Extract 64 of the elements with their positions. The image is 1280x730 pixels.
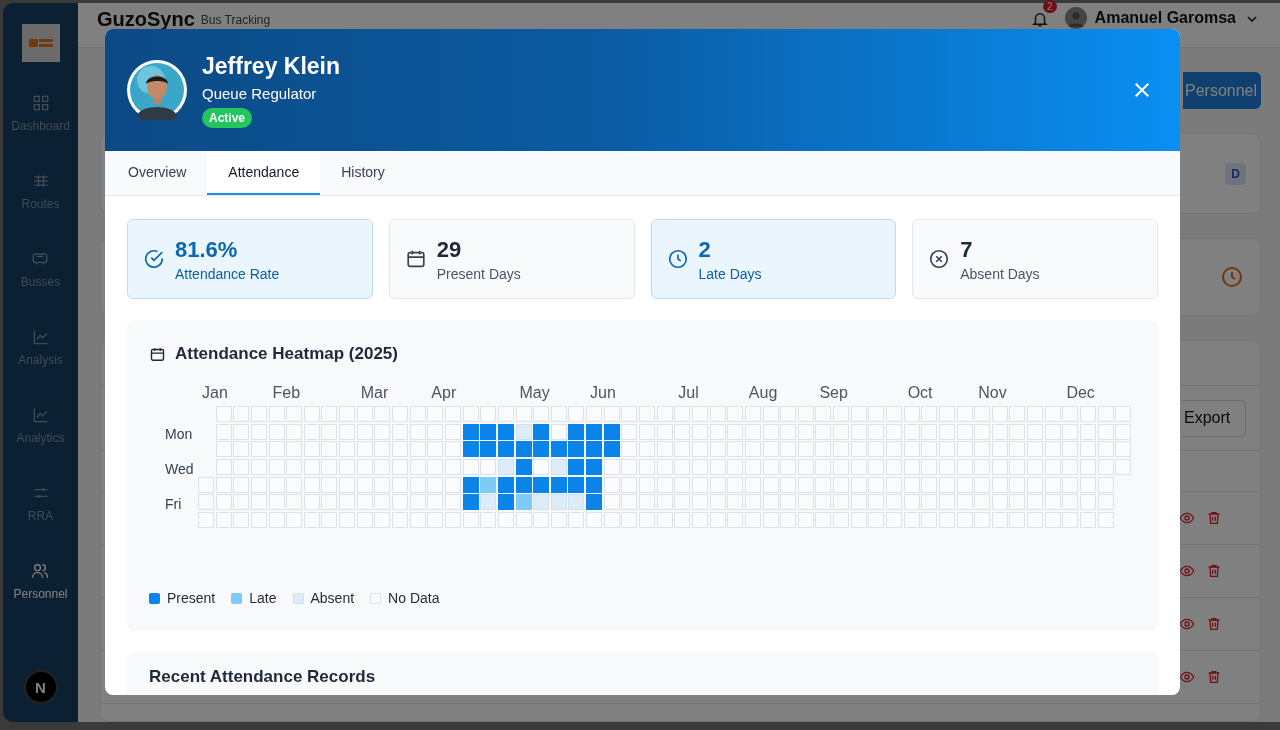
stat-value: 2 bbox=[698, 236, 712, 263]
check-circle-icon bbox=[143, 248, 165, 270]
month-label: Jun bbox=[589, 384, 617, 403]
export-button[interactable]: Export bbox=[1182, 399, 1246, 437]
user-name[interactable]: Amanuel Garomsa bbox=[1094, 9, 1236, 27]
view-icon[interactable] bbox=[1179, 616, 1195, 632]
clock-icon bbox=[1220, 265, 1244, 289]
person-role: Queue Regulator bbox=[202, 84, 317, 102]
legend-label: No Data bbox=[388, 590, 440, 606]
month-label: Jul bbox=[677, 384, 700, 403]
stat-label: Present Days bbox=[436, 265, 521, 282]
tab[interactable]: History bbox=[320, 151, 406, 195]
user-avatar[interactable] bbox=[1064, 7, 1087, 29]
stat-value: 7 bbox=[960, 236, 974, 263]
month-label: Feb bbox=[271, 384, 302, 403]
delete-icon[interactable] bbox=[1206, 510, 1222, 526]
stat-value: 81.6% bbox=[175, 236, 239, 263]
legend-label: Present bbox=[167, 590, 216, 606]
logo-icon bbox=[21, 24, 60, 62]
view-icon[interactable] bbox=[1179, 510, 1195, 526]
view-icon[interactable] bbox=[1179, 669, 1195, 685]
day-label: Fri bbox=[165, 495, 183, 511]
brand-name: GuzoSync bbox=[97, 8, 195, 31]
tab[interactable]: Attendance bbox=[207, 151, 321, 195]
tab[interactable]: Overview bbox=[107, 151, 208, 195]
heatmap-title: Attendance Heatmap (2025) bbox=[175, 344, 398, 364]
role-badge: D bbox=[1225, 162, 1246, 185]
delete-icon[interactable] bbox=[1206, 563, 1222, 579]
clock-icon bbox=[666, 248, 689, 270]
delete-icon[interactable] bbox=[1206, 669, 1222, 685]
delete-icon[interactable] bbox=[1206, 616, 1222, 632]
records-title: Recent Attendance Records bbox=[149, 667, 376, 686]
close-button[interactable] bbox=[1132, 80, 1152, 100]
month-label: Nov bbox=[977, 384, 1008, 403]
brand-tagline: Bus Tracking bbox=[200, 13, 271, 27]
status-badge: Active bbox=[202, 107, 253, 128]
month-label: May bbox=[518, 384, 551, 403]
month-label: Oct bbox=[906, 384, 934, 403]
person-name: Jeffrey Klein bbox=[202, 52, 341, 80]
calendar-icon bbox=[149, 345, 166, 363]
month-label: Dec bbox=[1065, 384, 1096, 403]
notification-icon[interactable] bbox=[1030, 10, 1049, 28]
x-circle-icon bbox=[928, 248, 951, 270]
month-label: Sep bbox=[818, 384, 849, 403]
notification-count: 2 bbox=[1043, 0, 1057, 13]
calendar-icon bbox=[404, 248, 427, 270]
dev-indicator-button[interactable]: N bbox=[23, 670, 58, 704]
month-label: Apr bbox=[430, 384, 458, 403]
sidebar-item[interactable]: Personnel bbox=[13, 561, 68, 639]
day-label: Mon bbox=[165, 424, 194, 440]
month-label: Aug bbox=[747, 384, 779, 403]
day-label: Wed bbox=[165, 459, 195, 475]
chevron-down-icon[interactable] bbox=[1246, 13, 1258, 25]
view-icon[interactable] bbox=[1179, 563, 1195, 579]
month-label: Mar bbox=[359, 384, 390, 403]
nav-icon bbox=[30, 561, 51, 581]
legend-label: Absent bbox=[310, 590, 355, 606]
stat-label: Attendance Rate bbox=[175, 265, 280, 282]
stat-label: Late Days bbox=[698, 265, 762, 282]
add-personnel-button[interactable]: Personnel bbox=[1183, 72, 1261, 109]
stat-value: 29 bbox=[436, 236, 463, 263]
month-label: Jan bbox=[201, 384, 229, 403]
legend-label: Late bbox=[249, 590, 277, 606]
stat-label: Absent Days bbox=[960, 265, 1040, 282]
